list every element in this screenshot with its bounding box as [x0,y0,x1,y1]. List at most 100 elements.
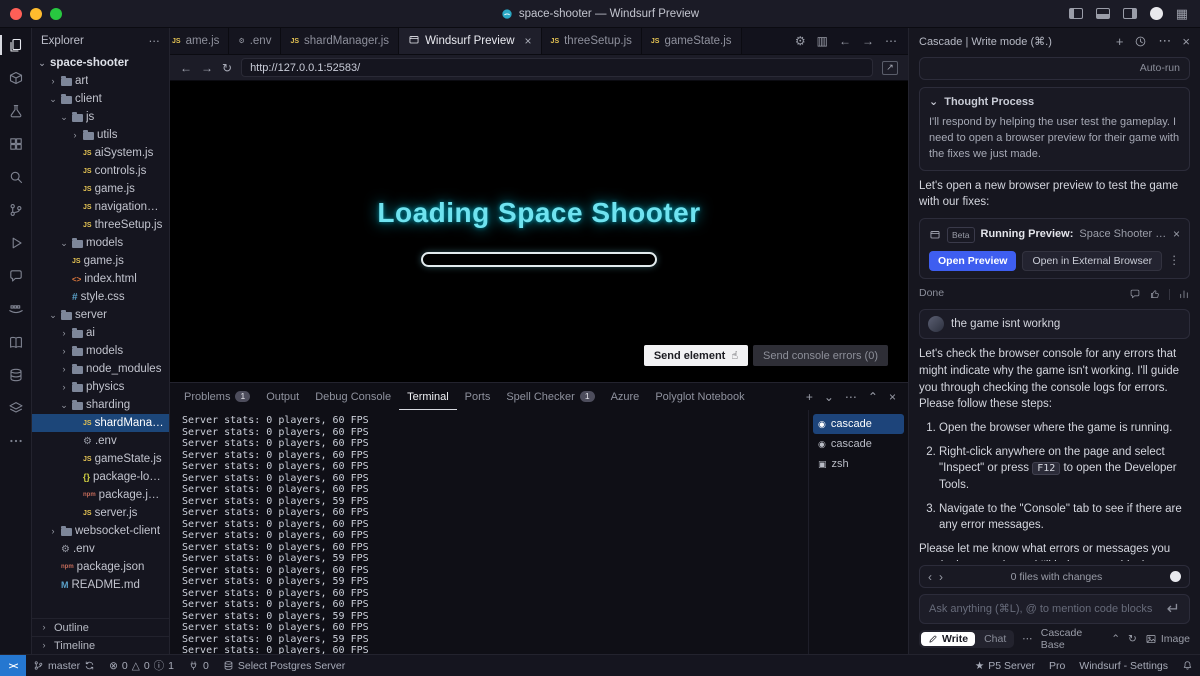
chevron-right-icon[interactable]: › [59,364,69,374]
close-cascade-icon[interactable]: × [1182,34,1190,49]
chevron-right-icon[interactable]: › [59,346,69,356]
thumbs-up-icon[interactable] [1149,288,1161,300]
minimize-window-button[interactable] [30,7,42,20]
panel-tab-spell-checker[interactable]: Spell Checker 1 [498,383,602,410]
terminal-item[interactable]: ◉ cascade [813,434,904,454]
tree-item[interactable]: # style.css [32,288,169,306]
cascade-input[interactable] [929,603,1161,615]
settings-item[interactable]: Windsurf - Settings [1072,655,1175,676]
split-editor-icon[interactable]: ▥ [817,34,828,48]
tree-item[interactable]: JS gameState.js [32,450,169,468]
prev-change-icon[interactable]: ‹ [928,570,932,584]
explorer-more-icon[interactable]: ⋯ [149,34,161,48]
tree-item[interactable]: npm package.json [32,558,169,576]
changes-indicator-dot[interactable] [1170,571,1181,582]
send-console-errors-button[interactable]: Send console errors (0) [753,345,888,366]
tree-item[interactable]: › models [32,342,169,360]
testing-icon[interactable] [0,103,31,119]
panel-more-icon[interactable]: ⋯ [845,390,857,404]
feedback-comment-icon[interactable] [1129,288,1141,300]
model-selector[interactable]: Cascade Base ⌃ [1041,627,1120,651]
open-external-icon[interactable]: ↗ [882,60,898,75]
tree-item[interactable]: ⌄ sharding [32,396,169,414]
toggle-panel-icon[interactable] [1095,8,1110,19]
chevron-down-icon[interactable]: ⌄ [37,58,47,68]
comments-icon[interactable] [0,268,31,284]
infrastructure-icon[interactable] [0,400,31,416]
preview-card-kebab-icon[interactable]: ⋮ [1169,253,1181,270]
search-icon[interactable] [0,169,31,185]
tree-item[interactable]: › ai [32,324,169,342]
tree-item[interactable]: JS controls.js [32,162,169,180]
toolbar-more-icon[interactable]: ⋯ [1022,633,1033,645]
navigate-forward-icon[interactable]: → [862,34,874,48]
docs-icon[interactable] [0,334,31,350]
browser-forward-icon[interactable]: → [201,61,213,75]
editor-tab[interactable]: JS threeSetup.js [541,28,642,54]
editor-tab[interactable]: JS shardManager.js [281,28,400,54]
ports-item[interactable]: 0 [181,655,216,676]
thought-process-header[interactable]: ⌄ Thought Process [929,95,1180,111]
zoom-window-button[interactable] [50,7,62,20]
write-mode-button[interactable]: Write [921,632,976,646]
next-change-icon[interactable]: › [939,570,943,584]
chevron-right-icon[interactable]: › [59,382,69,392]
maximize-panel-icon[interactable]: ⌃ [868,390,878,404]
problems-item[interactable]: ⊗ 0 △ 0 ⓘ 1 [102,655,181,676]
source-control-icon[interactable] [0,202,31,218]
chevron-right-icon[interactable]: › [70,130,80,140]
notifications-item[interactable] [1175,655,1200,676]
remote-indicator[interactable]: >< [0,655,26,676]
usage-stats-icon[interactable] [1178,288,1190,300]
tree-item[interactable]: npm package.json [32,486,169,504]
database-icon[interactable] [0,367,31,383]
packages-icon[interactable] [0,70,31,86]
open-preview-button[interactable]: Open Preview [929,251,1017,272]
send-element-button[interactable]: Send element ☝ [643,345,749,366]
panel-tab-problems[interactable]: Problems 1 [176,383,258,410]
close-preview-card-icon[interactable]: × [1173,226,1180,243]
chevron-right-icon[interactable]: › [48,76,58,86]
close-window-button[interactable] [10,7,22,20]
explorer-icon[interactable] [0,35,31,55]
layout-grid-icon[interactable]: ▦ [1176,6,1188,22]
editor-tab[interactable]: Windsurf Preview × [399,28,542,54]
tree-item[interactable]: ⌄ server [32,306,169,324]
chevron-down-icon[interactable]: ⌄ [59,400,69,410]
pro-item[interactable]: Pro [1042,655,1072,676]
tree-item[interactable]: JS server.js [32,504,169,522]
send-message-icon[interactable]: ↵ [1167,599,1180,619]
close-tab-icon[interactable]: × [525,34,532,48]
editor-tab[interactable]: ⚙ .env [229,28,282,54]
tree-item[interactable]: › utils [32,126,169,144]
run-debug-icon[interactable] [0,235,31,251]
terminal-output[interactable]: Server stats: 0 players, 60 FPS Server st… [170,410,808,654]
close-panel-icon[interactable]: × [889,390,896,404]
panel-tab-azure[interactable]: Azure [603,383,648,410]
editor-tab[interactable]: JS gameState.js [641,28,742,54]
tree-item[interactable]: {}package-lock.j... [32,468,169,486]
outline-section[interactable]: › Outline [32,618,169,636]
p5-server-item[interactable]: ★ P5 Server [968,655,1042,676]
terminal-item[interactable]: ◉ cascade [813,414,904,434]
auto-run-button[interactable]: Auto-run [919,57,1190,80]
file-tree[interactable]: ⌄ space-shooter › art ⌄ client ⌄ js › utils JS aiSy… [32,54,169,618]
browser-reload-icon[interactable]: ↻ [222,61,232,75]
new-terminal-icon[interactable]: + [806,390,813,404]
panel-tab-debug-console[interactable]: Debug Console [307,383,399,410]
tree-item[interactable]: M README.md [32,576,169,594]
chevron-right-icon[interactable]: › [48,526,58,536]
tree-item[interactable]: JSnavigationSys... [32,198,169,216]
open-external-browser-button[interactable]: Open in External Browser [1022,251,1163,272]
browser-back-icon[interactable]: ← [180,61,192,75]
panel-tab-output[interactable]: Output [258,383,307,410]
url-input[interactable] [241,58,873,77]
chevron-right-icon[interactable]: › [59,328,69,338]
panel-tab-terminal[interactable]: Terminal [399,383,457,410]
tree-item[interactable]: ⚙ .env [32,540,169,558]
chevron-down-icon[interactable]: ⌄ [59,112,69,122]
tree-item[interactable]: › node_modules [32,360,169,378]
account-avatar[interactable] [1149,7,1163,20]
tree-item[interactable]: › physics [32,378,169,396]
panel-tab-ports[interactable]: Ports [457,383,499,410]
